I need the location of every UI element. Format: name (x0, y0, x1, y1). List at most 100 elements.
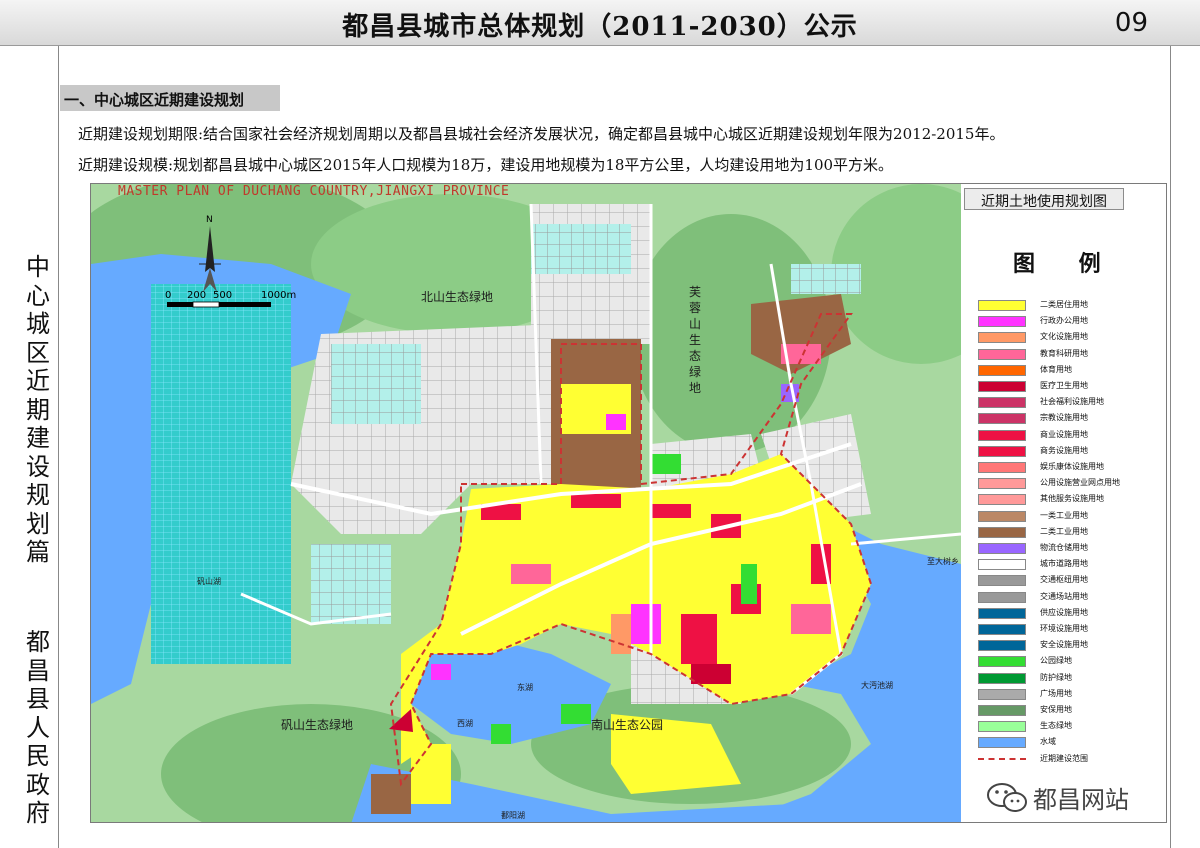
label-xihu: 西湖 (457, 719, 473, 728)
legend-label: 安保用地 (1040, 705, 1072, 714)
legend-label: 交通场站用地 (1040, 591, 1088, 601)
legend-item: 广场用地 (978, 688, 1158, 702)
legend-label: 商务设施用地 (1040, 445, 1088, 455)
legend-label: 社会福利设施用地 (1040, 397, 1104, 407)
legend-swatch (978, 364, 1026, 376)
legend-item: 宗教设施用地 (978, 413, 1158, 426)
legend-swatch (978, 332, 1026, 344)
svg-text:200: 200 (187, 290, 206, 301)
legend-item: 安全设施用地 (978, 640, 1158, 653)
legend-swatch (978, 526, 1026, 538)
legend-label: 一类工业用地 (1040, 510, 1088, 520)
legend-label: 近期建设范围 (1040, 753, 1088, 763)
legend-item: 物流仓储用地 (978, 543, 1158, 556)
legend-label: 二类居住用地 (1040, 300, 1088, 309)
legend-item: 娱乐康体设施用地 (978, 462, 1158, 475)
map-caption: MASTER PLAN OF DUCHANG COUNTRY,JIANGXI P… (118, 184, 510, 199)
page-title: 都昌县城市总体规划（2011-2030）公示 (342, 12, 858, 42)
legend-swatch (978, 316, 1026, 328)
legend-label: 防护绿地 (1040, 672, 1072, 682)
legend-swatch (978, 559, 1026, 571)
legend-label: 宗教设施用地 (1040, 413, 1088, 423)
label-dawuchi: 大沔池湖 (861, 681, 893, 690)
page-number: 09 (1114, 8, 1148, 38)
scale-bar: 0 200 500 1000m (163, 288, 303, 318)
land-use-map[interactable]: MASTER PLAN OF DUCHANG COUNTRY,JIANGXI P… (90, 183, 1167, 823)
label-road-east: 至大树乡 (927, 557, 959, 566)
legend-label: 城市道路用地 (1040, 559, 1088, 569)
legend-label: 广场用地 (1040, 688, 1072, 698)
svg-text:N: N (206, 215, 213, 225)
svg-text:1000m: 1000m (261, 290, 296, 301)
wechat-icon (987, 783, 1027, 812)
legend-title: 图 例 (1013, 251, 1119, 277)
legend-item: 商业设施用地 (978, 429, 1158, 443)
legend-swatch (978, 737, 1026, 749)
legend-item: 供应设施用地 (978, 607, 1158, 621)
label-furongshan: 芙蓉山生态绿地 (689, 285, 702, 395)
sidebar-author: 都昌县人民政府 (26, 628, 50, 827)
legend-swatch (978, 300, 1026, 311)
legend-swatch (978, 462, 1026, 473)
legend-swatch (978, 429, 1026, 441)
legend-item: 一类工业用地 (978, 510, 1158, 524)
legend-label: 公园绿地 (1040, 656, 1072, 666)
legend-label: 医疗卫生用地 (1040, 381, 1088, 390)
legend-swatch (978, 607, 1026, 619)
legend-swatch (978, 672, 1026, 684)
intro-text-scale: 近期建设规模:规划都昌县城中心城区2015年人口规模为18万，建设用地规模为18… (78, 156, 894, 174)
legend-swatch (978, 721, 1026, 733)
watermark: 都昌网站 (985, 780, 1165, 816)
watermark-text: 都昌网站 (1033, 786, 1129, 814)
legend-item: 二类工业用地 (978, 526, 1158, 540)
label-poyang: 鄱阳湖 (501, 811, 525, 820)
legend-item: 二类居住用地 (978, 300, 1158, 313)
legend-item: 生态绿地 (978, 721, 1158, 734)
legend-label: 供应设施用地 (1040, 607, 1088, 617)
legend-swatch (978, 478, 1026, 490)
legend-swatch (978, 624, 1026, 635)
section-heading: 一、中心城区近期建设规划 (60, 85, 280, 111)
legend-swatch (978, 656, 1026, 668)
legend-item: 防护绿地 (978, 672, 1158, 686)
label-beishan: 北山生态绿地 (421, 290, 494, 304)
legend-label: 公用设施营业网点用地 (1040, 478, 1120, 488)
legend-label: 安全设施用地 (1040, 640, 1088, 650)
legend-item: 文化设施用地 (978, 332, 1158, 345)
intro-text-period: 近期建设规划期限:结合国家社会经济规划周期以及都昌县城社会经济发展状况，确定都昌… (78, 125, 1005, 143)
legend-label: 文化设施用地 (1040, 332, 1088, 342)
legend-swatch (978, 381, 1026, 392)
legend-swatch (978, 445, 1026, 457)
label-nanshan: 南山生态公园 (591, 718, 664, 732)
legend-item: 其他服务设施用地 (978, 494, 1158, 507)
legend-label: 体育用地 (1040, 364, 1072, 374)
legend-label: 物流仓储用地 (1040, 543, 1088, 552)
legend-swatch (978, 543, 1026, 554)
legend-item: 交通场站用地 (978, 591, 1158, 605)
right-divider (1170, 46, 1171, 848)
legend-item: 行政办公用地 (978, 316, 1158, 329)
legend-swatch (978, 575, 1026, 587)
legend-swatch (978, 591, 1026, 603)
svg-text:0: 0 (165, 290, 171, 301)
legend-label: 交通枢纽用地 (1040, 575, 1088, 585)
legend-swatch (978, 705, 1026, 716)
legend-item: 公用设施营业网点用地 (978, 478, 1158, 491)
legend-item: 环境设施用地 (978, 624, 1158, 637)
legend-item: 教育科研用地 (978, 348, 1158, 362)
legend-item: 商务设施用地 (978, 445, 1158, 459)
legend-swatch (978, 397, 1026, 409)
legend-item: 医疗卫生用地 (978, 381, 1158, 394)
legend-item: 近期建设范围 (978, 754, 1158, 767)
legend-swatch (978, 348, 1026, 360)
legend-item: 体育用地 (978, 364, 1158, 378)
svg-text:500: 500 (213, 290, 232, 301)
legend-item: 城市道路用地 (978, 559, 1158, 572)
legend-label: 商业设施用地 (1040, 429, 1088, 439)
legend-label: 教育科研用地 (1040, 348, 1088, 358)
legend-swatch (978, 640, 1026, 652)
label-fanshanhu: 矾山湖 (197, 577, 221, 586)
legend-swatch (978, 494, 1026, 506)
legend-label: 娱乐康体设施用地 (1040, 462, 1104, 471)
left-divider (58, 46, 59, 848)
